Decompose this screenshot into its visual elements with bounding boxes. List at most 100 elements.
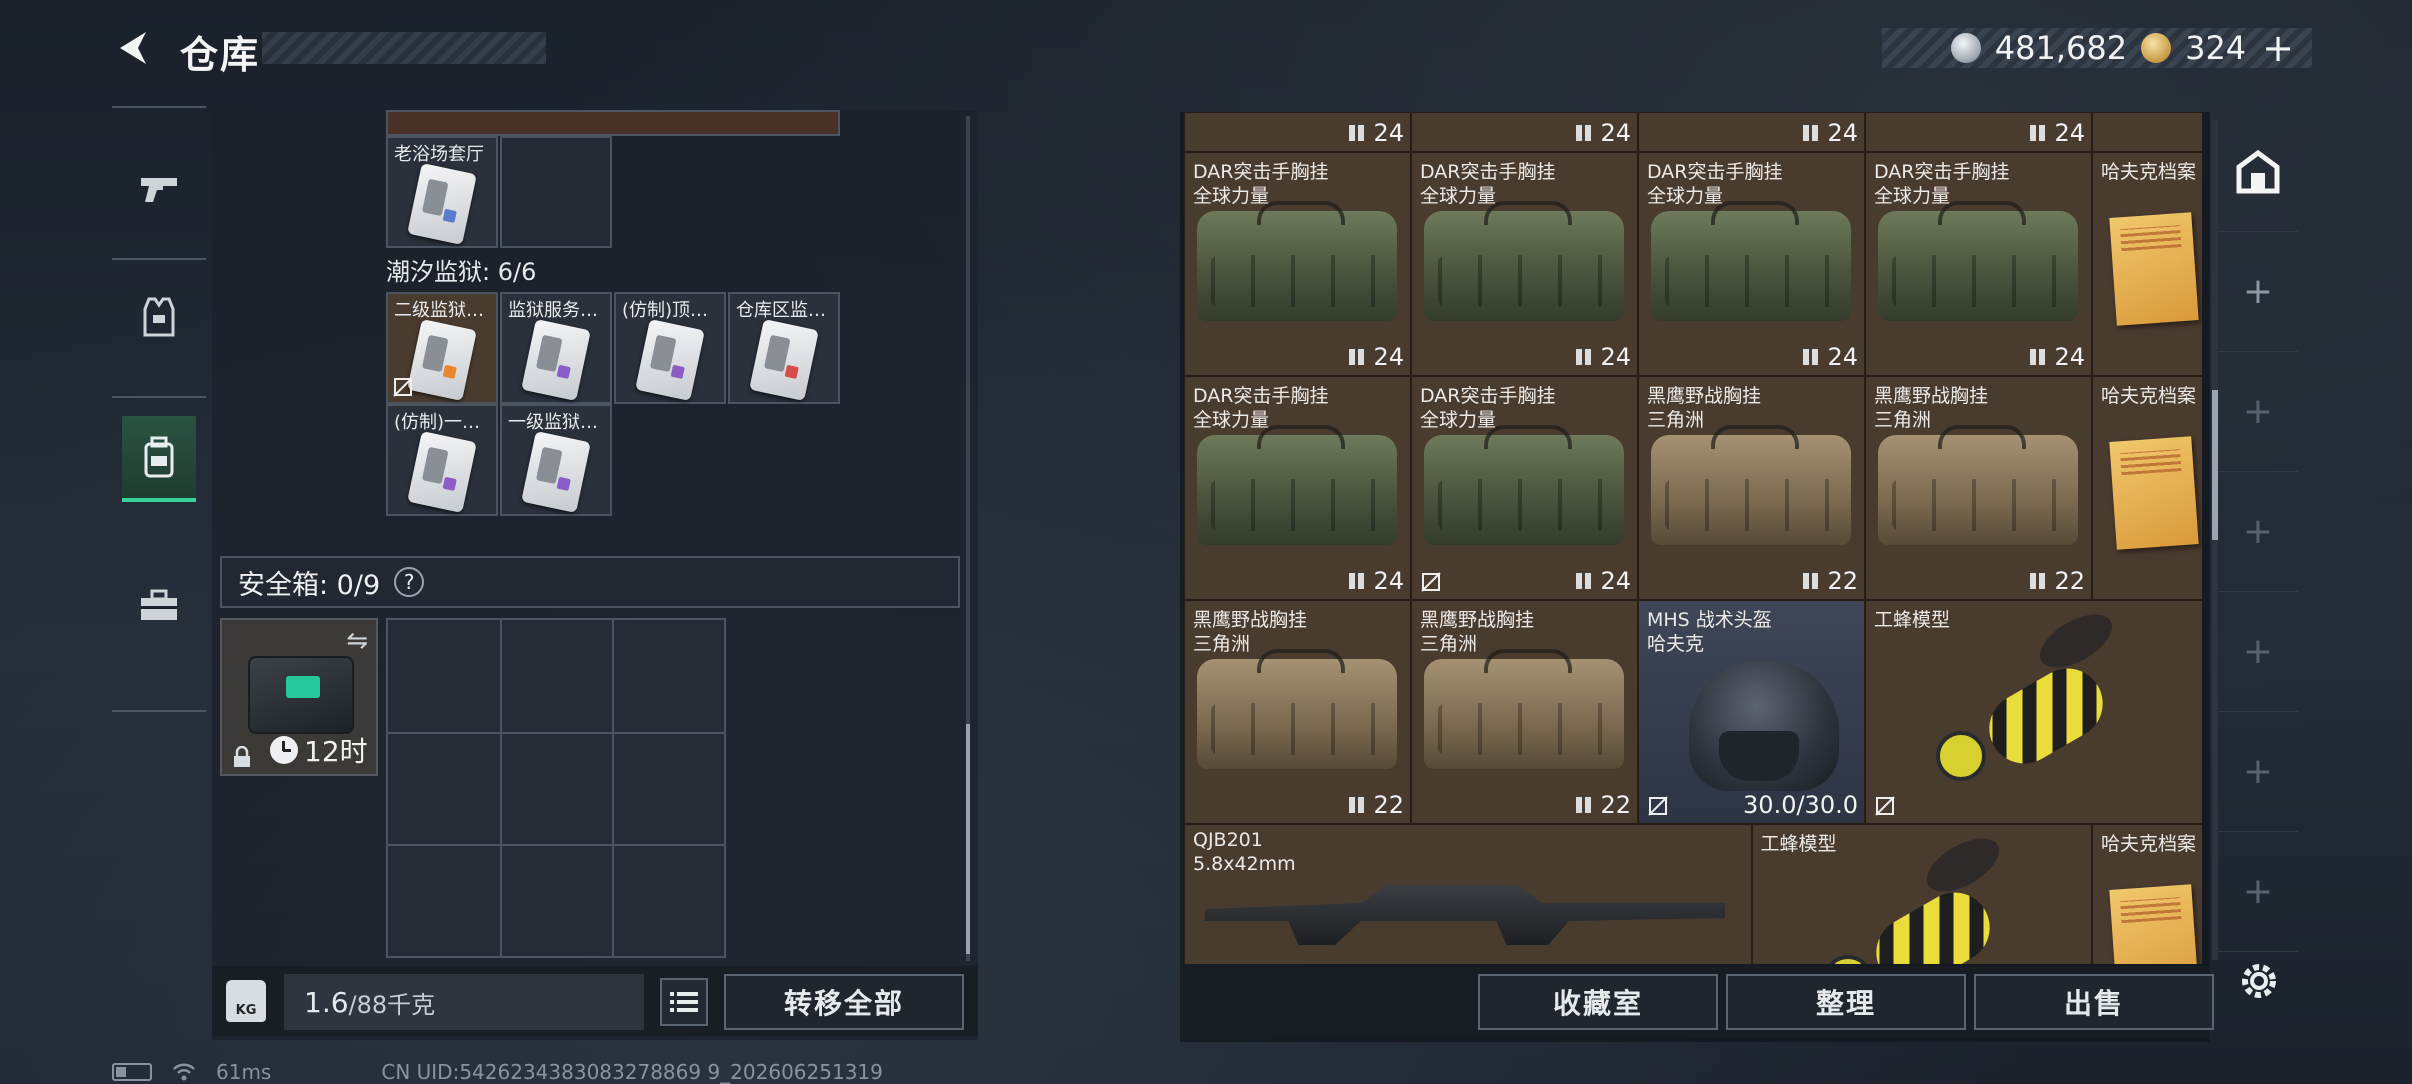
durability-icon bbox=[1349, 125, 1365, 141]
organize-button[interactable]: 整理 bbox=[1726, 974, 1966, 1030]
item-subtitle: 三角洲 bbox=[1647, 409, 1705, 431]
durability-icon bbox=[1803, 573, 1819, 589]
durability-icon bbox=[1576, 573, 1592, 589]
wasp-model-icon bbox=[1863, 879, 2002, 964]
add-page-button[interactable]: + bbox=[2218, 712, 2298, 832]
gear-icon[interactable] bbox=[2236, 958, 2282, 1004]
item-durability: 22 bbox=[1801, 567, 1858, 595]
item-name: DAR突击手胸挂 bbox=[1193, 385, 1329, 407]
backpack-icon bbox=[144, 436, 174, 478]
stash-item[interactable]: DAR突击手胸挂 全球力量 24 bbox=[1411, 376, 1638, 600]
rail-tab-toolbox[interactable] bbox=[122, 562, 196, 648]
vest-icon bbox=[143, 297, 175, 337]
durability-icon bbox=[1803, 349, 1819, 365]
list-view-button[interactable] bbox=[660, 978, 708, 1026]
stash-item[interactable]: 哈夫克档案 bbox=[2092, 376, 2202, 600]
help-icon[interactable]: ? bbox=[394, 567, 425, 597]
stash-item[interactable]: QJB201 5.8x42mm bbox=[1184, 824, 1752, 964]
wasp-wing bbox=[2031, 603, 2121, 679]
item-name: DAR突击手胸挂 bbox=[1193, 161, 1329, 183]
stash-item-partial[interactable]: 24 bbox=[1638, 112, 1865, 152]
item-name: 工蜂模型 bbox=[1874, 609, 1951, 631]
pistol-icon bbox=[141, 178, 177, 202]
keycard-slot[interactable]: (仿制)一… bbox=[386, 404, 498, 516]
swap-icon[interactable]: ⇋ bbox=[346, 626, 368, 656]
document-folder-icon bbox=[2109, 436, 2199, 550]
durability-icon bbox=[1576, 125, 1592, 141]
item-name: DAR突击手胸挂 bbox=[1420, 385, 1556, 407]
rail-tab-backpack[interactable] bbox=[122, 416, 196, 502]
stash-item-partial[interactable]: 24 bbox=[1411, 112, 1638, 152]
keycard-slot[interactable]: 一级监狱… bbox=[500, 404, 612, 516]
item-durability: 30.0/30.0 bbox=[1743, 791, 1858, 819]
scrollbar-thumb[interactable] bbox=[966, 724, 970, 954]
rail-tab-weapons[interactable] bbox=[122, 146, 196, 232]
stash-item[interactable]: MHS 战术头盔 哈夫克 30.0/30.0 bbox=[1638, 600, 1865, 824]
stash-item[interactable]: 黑鹰野战胸挂 三角洲 22 bbox=[1411, 600, 1638, 824]
stash-item[interactable]: DAR突击手胸挂 全球力量 24 bbox=[1865, 152, 2092, 376]
stash-item[interactable]: DAR突击手胸挂 全球力量 24 bbox=[1638, 152, 1865, 376]
safe-box-header: 安全箱: 0/9 ? bbox=[220, 556, 960, 608]
stash-item[interactable]: 黑鹰野战胸挂 三角洲 22 bbox=[1184, 600, 1411, 824]
item-name: 哈夫克档案 bbox=[2101, 833, 2197, 855]
item-name: 一级监狱… bbox=[508, 412, 598, 433]
transfer-all-button[interactable]: 转移全部 bbox=[724, 974, 964, 1030]
safe-box-title: 安全箱: 0/9 bbox=[238, 569, 381, 601]
durability-value: 22 bbox=[1373, 791, 1404, 819]
add-currency-button[interactable]: + bbox=[2262, 26, 2294, 70]
item-name: QJB201 bbox=[1193, 829, 1263, 851]
durability-icon bbox=[2030, 125, 2046, 141]
item-durability: 24 bbox=[1801, 343, 1858, 371]
stash-item[interactable]: 黑鹰野战胸挂 三角洲 22 bbox=[1638, 376, 1865, 600]
stash-item-partial[interactable]: 24 bbox=[1184, 112, 1411, 152]
stash-item[interactable]: DAR突击手胸挂 全球力量 24 bbox=[1184, 376, 1411, 600]
stash-item-partial[interactable]: 24 bbox=[1865, 112, 2092, 152]
add-page-button[interactable]: + bbox=[2218, 592, 2298, 712]
no-insure-icon bbox=[1875, 796, 1895, 816]
empty-slot[interactable] bbox=[500, 136, 612, 248]
stash-item-partial[interactable] bbox=[2092, 112, 2202, 152]
back-arrow-icon[interactable] bbox=[112, 26, 156, 70]
add-page-button[interactable]: + bbox=[2218, 472, 2298, 592]
document-folder-icon bbox=[2109, 212, 2199, 326]
stash-item[interactable]: DAR突击手胸挂 全球力量 24 bbox=[1411, 152, 1638, 376]
stash-item[interactable]: 哈夫克档案 bbox=[2092, 824, 2202, 964]
stash-item[interactable]: 哈夫克档案 bbox=[2092, 152, 2202, 376]
add-page-button[interactable]: + bbox=[2218, 232, 2298, 352]
keycard-slot[interactable]: 二级监狱… bbox=[386, 292, 498, 404]
rail-tab-vest[interactable] bbox=[122, 274, 196, 360]
safe-box-item[interactable]: ⇋ 12时 bbox=[220, 618, 378, 776]
durability-icon bbox=[1349, 797, 1365, 813]
keycard-slot[interactable]: 老浴场套厅 bbox=[386, 136, 498, 248]
add-page-button[interactable]: + bbox=[2218, 352, 2298, 472]
stash-item[interactable]: 工蜂模型 bbox=[1865, 600, 2202, 824]
keycard-slot[interactable]: (仿制)顶… bbox=[614, 292, 726, 404]
keycard-slot[interactable]: 仓库区监… bbox=[728, 292, 840, 404]
stash-item[interactable]: 黑鹰野战胸挂 三角洲 22 bbox=[1865, 376, 2092, 600]
stash-grid[interactable]: 24 24 24 24 DAR突击手胸挂 全球力量 24 DAR突击手胸挂 全球力量 24… bbox=[1184, 112, 2202, 964]
keycard-slot[interactable]: 监狱服务… bbox=[500, 292, 612, 404]
stash-item[interactable]: 工蜂模型 bbox=[1751, 824, 2092, 964]
sell-button[interactable]: 出售 bbox=[1974, 974, 2214, 1030]
helmet-icon bbox=[1689, 661, 1839, 791]
stash-home-tab[interactable] bbox=[2218, 112, 2298, 232]
chest-rig-icon bbox=[1424, 425, 1624, 545]
item-name: 黑鹰野战胸挂 bbox=[1647, 385, 1762, 407]
item-durability: 24 bbox=[1574, 343, 1631, 371]
safe-box-grid[interactable] bbox=[386, 618, 726, 958]
list-icon bbox=[670, 992, 698, 1012]
rifle-icon bbox=[1205, 885, 1725, 945]
item-name: 哈夫克档案 bbox=[2101, 161, 2197, 183]
stash-item[interactable]: DAR突击手胸挂 全球力量 24 bbox=[1184, 152, 1411, 376]
item-subtitle: 全球力量 bbox=[1193, 185, 1270, 207]
durability-icon bbox=[1349, 349, 1365, 365]
item-name: 哈夫克档案 bbox=[2101, 385, 2197, 407]
toolbox-icon bbox=[141, 589, 177, 620]
durability-value: 24 bbox=[1373, 567, 1404, 595]
collection-room-button[interactable]: 收藏室 bbox=[1478, 974, 1718, 1030]
no-insure-icon bbox=[1421, 572, 1441, 592]
container-scrollbar[interactable] bbox=[966, 116, 970, 961]
partial-item-row bbox=[386, 110, 840, 136]
add-page-button[interactable]: + bbox=[2218, 832, 2298, 952]
chest-rig-icon bbox=[1424, 649, 1624, 769]
